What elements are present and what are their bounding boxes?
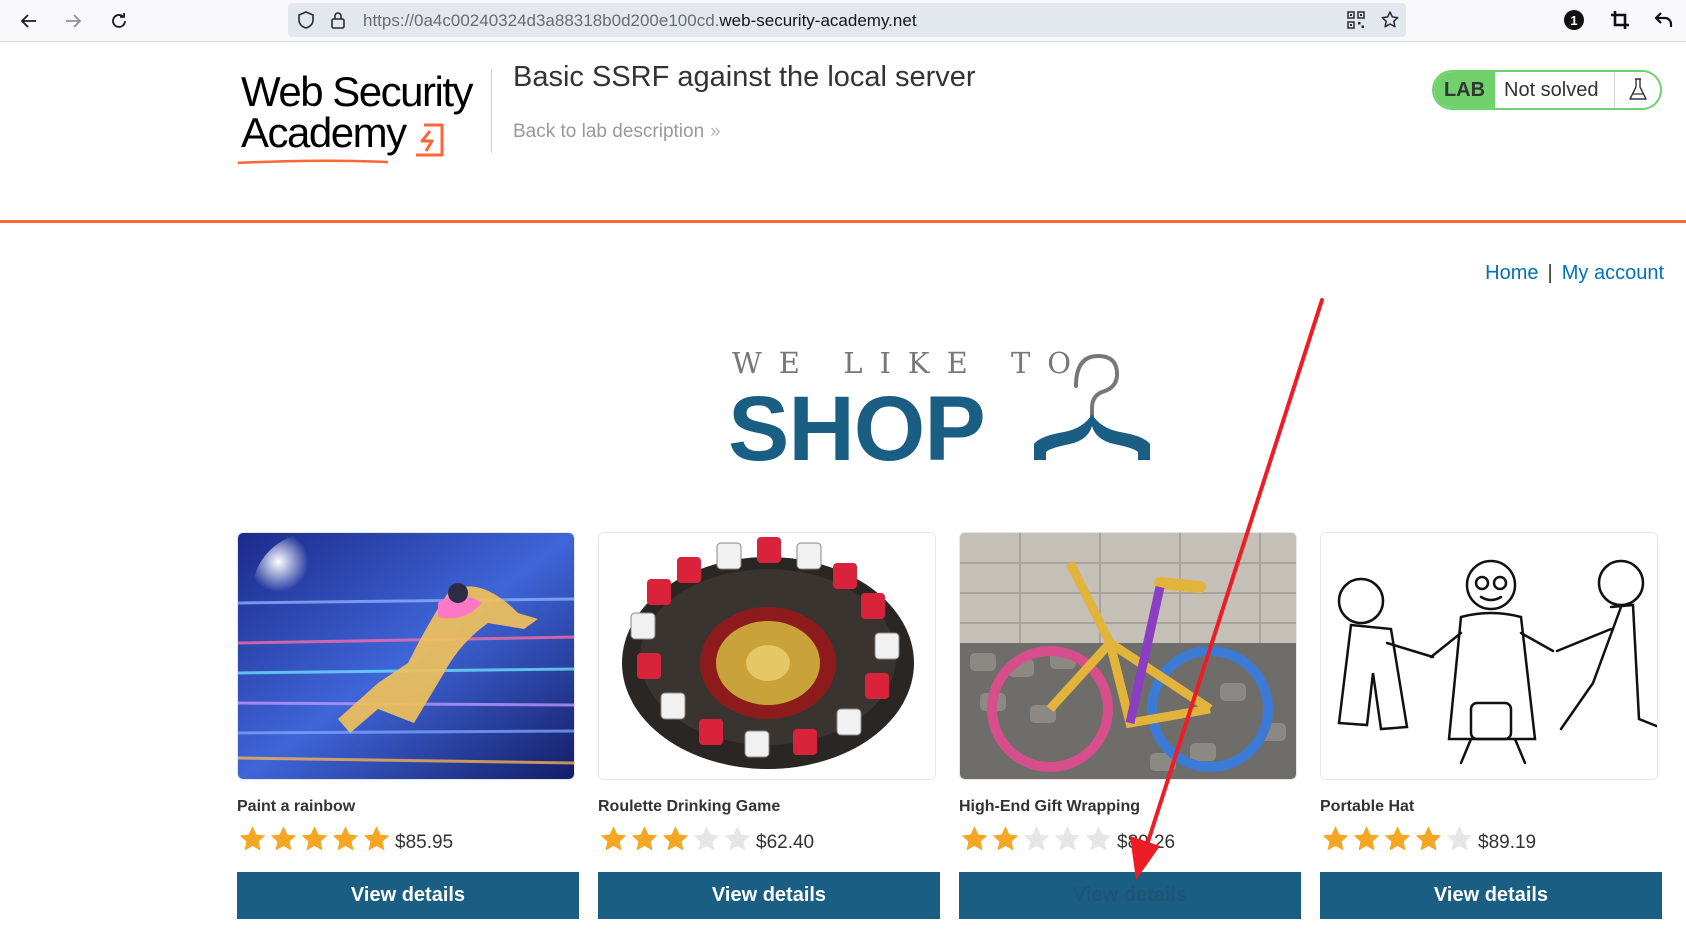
star-filled-icon <box>961 826 988 851</box>
reload-icon[interactable] <box>104 7 134 35</box>
product-image[interactable] <box>598 532 936 780</box>
star-empty-icon <box>724 826 751 851</box>
top-navigation: Home | My account <box>1485 262 1664 285</box>
flask-icon <box>1614 72 1660 108</box>
star-empty-icon <box>1085 826 1112 851</box>
view-details-button[interactable]: View details <box>959 872 1301 919</box>
clothes-hanger-icon <box>1034 353 1150 460</box>
undo-icon[interactable] <box>1650 6 1678 34</box>
forward-icon[interactable] <box>58 7 88 35</box>
star-empty-icon <box>1446 826 1473 851</box>
product-price: $89.26 <box>1117 832 1176 853</box>
lab-badge: LAB <box>1434 72 1495 108</box>
star-filled-icon <box>1415 826 1442 851</box>
product-name: Paint a rainbow <box>237 798 356 815</box>
bookmark-star-icon[interactable] <box>1380 10 1400 30</box>
product-name: Roulette Drinking Game <box>598 798 781 815</box>
shield-icon[interactable] <box>296 10 316 30</box>
product-image[interactable] <box>1320 532 1658 780</box>
product-name: High-End Gift Wrapping <box>959 798 1141 815</box>
star-rating <box>598 824 753 854</box>
browser-toolbar: https://0a4c00240324d3a88318b0d200e100cd… <box>0 0 1686 42</box>
lock-icon[interactable] <box>328 10 348 30</box>
star-filled-icon <box>1353 826 1380 851</box>
star-rating <box>959 824 1114 854</box>
back-link-label: Back to lab description <box>513 121 705 142</box>
view-details-button[interactable]: View details <box>1320 872 1662 919</box>
url-text[interactable]: https://0a4c00240324d3a88318b0d200e100cd… <box>363 11 917 31</box>
star-rating <box>1320 824 1475 854</box>
star-empty-icon <box>1054 826 1081 851</box>
product-price: $62.40 <box>756 832 815 853</box>
star-filled-icon <box>992 826 1019 851</box>
qr-code-icon[interactable] <box>1346 10 1366 30</box>
star-filled-icon <box>1384 826 1411 851</box>
star-filled-icon <box>363 826 390 851</box>
star-filled-icon <box>1322 826 1349 851</box>
my-account-link[interactable]: My account <box>1562 262 1664 284</box>
lab-title: Basic SSRF against the local server <box>513 61 976 93</box>
svg-text:1: 1 <box>1570 13 1577 28</box>
product-name: Portable Hat <box>1320 798 1415 815</box>
product-price: $85.95 <box>395 832 454 853</box>
star-empty-icon <box>693 826 720 851</box>
lab-status-text: Not solved <box>1504 79 1599 101</box>
back-icon[interactable] <box>14 7 44 35</box>
crop-icon[interactable] <box>1606 6 1634 34</box>
view-details-button[interactable]: View details <box>237 872 579 919</box>
logo-accent-icon <box>238 123 444 165</box>
star-filled-icon <box>631 826 658 851</box>
star-filled-icon <box>239 826 266 851</box>
lab-status-widget: LAB Not solved <box>1432 70 1662 110</box>
star-filled-icon <box>600 826 627 851</box>
star-filled-icon <box>332 826 359 851</box>
star-filled-icon <box>662 826 689 851</box>
nav-separator: | <box>1547 262 1553 284</box>
home-link[interactable]: Home <box>1485 262 1538 284</box>
back-to-lab-description-link[interactable]: Back to lab description» <box>513 121 721 143</box>
star-empty-icon <box>1023 826 1050 851</box>
header-divider <box>491 69 492 153</box>
address-bar[interactable]: https://0a4c00240324d3a88318b0d200e100cd… <box>288 3 1406 37</box>
star-filled-icon <box>270 826 297 851</box>
lab-header: Web Security Academy Basic SSRF against … <box>0 43 1686 223</box>
extension-badge-icon[interactable]: 1 <box>1560 6 1588 34</box>
product-image[interactable] <box>959 532 1297 780</box>
star-rating <box>237 824 392 854</box>
double-chevron-right-icon: » <box>710 121 721 142</box>
view-details-button[interactable]: View details <box>598 872 940 919</box>
star-filled-icon <box>301 826 328 851</box>
product-image[interactable] <box>237 532 575 780</box>
hero-headline: SHOP <box>728 378 986 480</box>
product-price: $89.19 <box>1478 832 1537 853</box>
web-security-academy-logo[interactable]: Web Security Academy <box>238 65 488 173</box>
